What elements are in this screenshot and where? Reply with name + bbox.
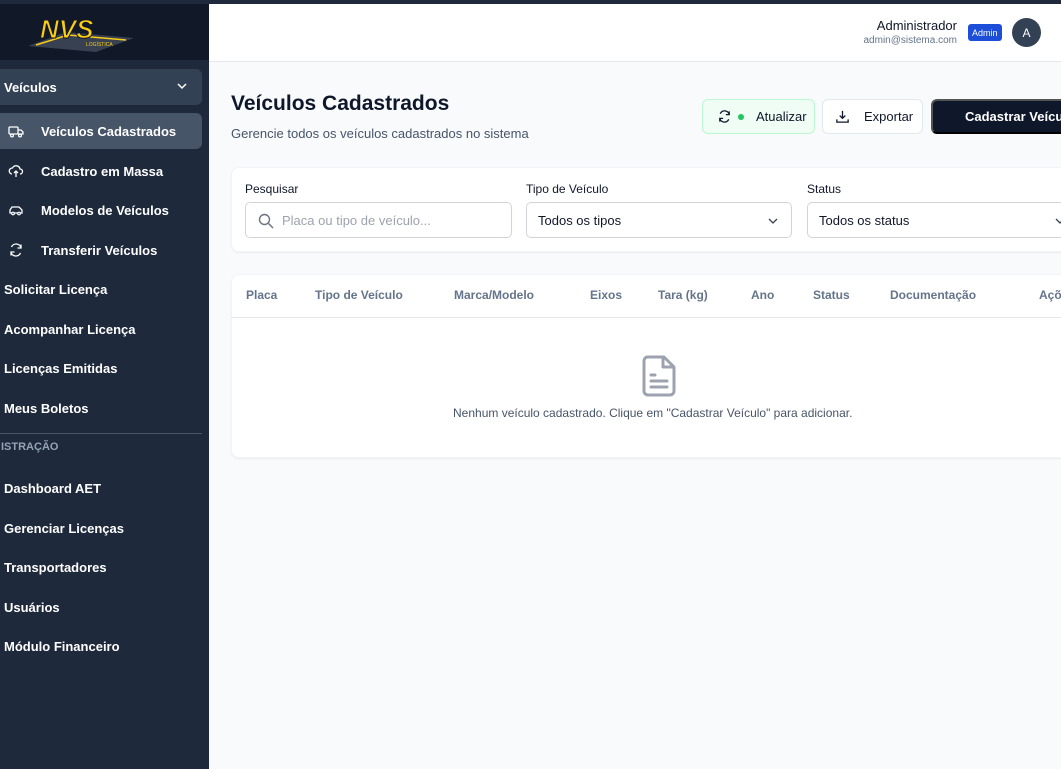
column-header-tara[interactable]: Tara (kg): [658, 288, 708, 302]
column-header-placa[interactable]: Placa: [246, 288, 277, 302]
sidebar-group-label: Veículos: [4, 79, 57, 95]
sidebar-item-solicitar-licenca[interactable]: Solicitar Licença: [4, 274, 107, 304]
car-icon: [9, 206, 23, 216]
sidebar-item-veiculos-cadastrados[interactable]: Veículos Cadastrados: [0, 113, 202, 149]
sidebar-divider: [0, 433, 202, 434]
logo-subtext: LOGÍSTICA: [86, 41, 113, 48]
sidebar-group-veiculos[interactable]: Veículos: [0, 69, 202, 105]
column-header-acoes: Ações: [1039, 288, 1061, 302]
document-icon: [642, 355, 676, 397]
status-value: Todos os status: [819, 212, 910, 228]
search-icon: [258, 213, 274, 229]
chevron-down-icon: [1055, 218, 1061, 224]
empty-state-message: Nenhum veículo cadastrado. Clique em "Ca…: [453, 406, 853, 420]
download-icon: [836, 110, 849, 123]
live-status-dot: [738, 113, 744, 120]
nvs-logo: NVS LOGÍSTICA: [28, 14, 134, 52]
logo-text: NVS: [40, 14, 94, 44]
sidebar-item-gerenciar-licencas[interactable]: Gerenciar Licenças: [4, 513, 124, 543]
sidebar-item-label: Modelos de Veículos: [41, 202, 169, 218]
sidebar-item-label: Transferir Veículos: [41, 242, 158, 258]
column-header-status[interactable]: Status: [813, 288, 850, 302]
export-button-label: Exportar: [864, 109, 914, 124]
user-name: Administrador: [876, 18, 957, 33]
truck-icon: [8, 126, 24, 138]
cloud-upload-icon: [8, 165, 24, 177]
sidebar-item-acompanhar-licenca[interactable]: Acompanhar Licença: [4, 314, 136, 344]
chevron-down-icon: [177, 83, 187, 90]
sidebar-item-cadastro-em-massa[interactable]: Cadastro em Massa: [0, 153, 202, 189]
logo-area[interactable]: NVS LOGÍSTICA: [0, 4, 209, 60]
vehicle-type-select[interactable]: Todos os tipos: [526, 202, 792, 238]
sidebar-item-usuarios[interactable]: Usuários: [4, 592, 60, 622]
search-input[interactable]: Placa ou tipo de veículo...: [245, 202, 512, 238]
refresh-button-label: Atualizar: [756, 109, 807, 124]
sidebar-section-label: ISTRAÇÃO: [1, 441, 59, 453]
export-button[interactable]: Exportar: [822, 99, 923, 134]
refresh-icon: [719, 110, 730, 123]
column-header-tipo[interactable]: Tipo de Veículo: [315, 288, 403, 302]
status-label: Status: [807, 182, 842, 196]
vehicle-type-value: Todos os tipos: [538, 212, 622, 228]
user-email: admin@sistema.com: [863, 35, 957, 46]
page-title: Veículos Cadastrados: [231, 92, 450, 115]
refresh-icon: [10, 243, 22, 257]
refresh-button[interactable]: Atualizar: [702, 99, 815, 134]
sidebar-item-transportadores[interactable]: Transportadores: [4, 552, 107, 582]
chevron-down-icon: [768, 218, 778, 224]
sidebar-item-transferir-veiculos[interactable]: Transferir Veículos: [0, 232, 202, 268]
avatar[interactable]: A: [1012, 18, 1041, 47]
search-placeholder: Placa ou tipo de veículo...: [282, 212, 431, 228]
sidebar-item-label: Veículos Cadastrados: [41, 123, 177, 139]
sidebar-item-dashboard-aet[interactable]: Dashboard AET: [4, 473, 101, 503]
column-header-eixos[interactable]: Eixos: [590, 288, 622, 302]
add-vehicle-button[interactable]: Cadastrar Veículo: [931, 99, 1061, 134]
column-header-marca-modelo[interactable]: Marca/Modelo: [454, 288, 534, 302]
top-header: Administrador admin@sistema.com Admin A: [209, 4, 1061, 62]
column-header-documentacao[interactable]: Documentação: [890, 288, 976, 302]
sidebar-item-modulo-financeiro[interactable]: Módulo Financeiro: [4, 631, 120, 661]
sidebar-item-label: Cadastro em Massa: [41, 163, 164, 179]
role-badge: Admin: [968, 24, 1002, 41]
column-header-ano[interactable]: Ano: [751, 288, 774, 302]
add-vehicle-button-label: Cadastrar Veículo: [965, 109, 1061, 124]
status-select[interactable]: Todos os status: [807, 202, 1061, 238]
sidebar-item-modelos-de-veiculos[interactable]: Modelos de Veículos: [0, 192, 202, 228]
vehicle-type-label: Tipo de Veículo: [526, 182, 609, 196]
sidebar-item-meus-boletos[interactable]: Meus Boletos: [4, 393, 89, 423]
search-label: Pesquisar: [245, 182, 299, 196]
sidebar-item-licencas-emitidas[interactable]: Licenças Emitidas: [4, 353, 117, 383]
page-subtitle: Gerencie todos os veículos cadastrados n…: [231, 126, 529, 141]
